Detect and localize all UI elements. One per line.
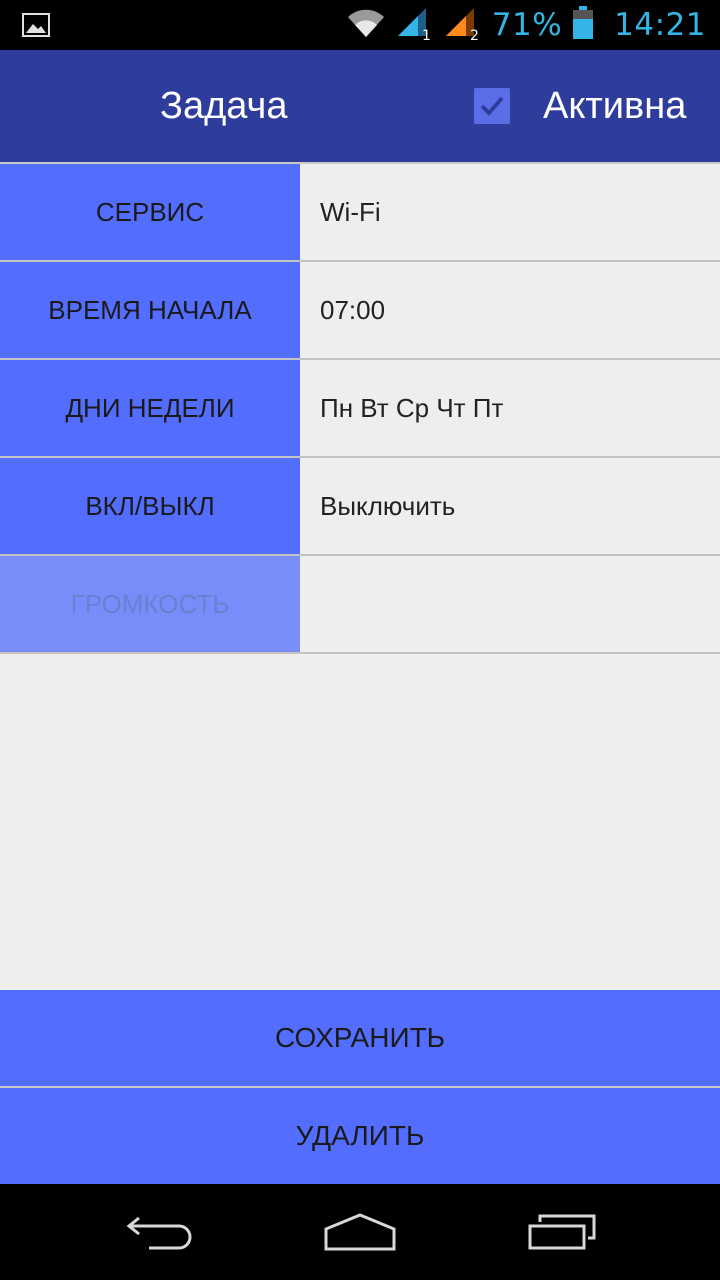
checkmark-icon — [480, 96, 504, 116]
recent-apps-icon[interactable] — [492, 1184, 632, 1280]
status-icons: 1 2 71% 14:21 — [346, 0, 706, 50]
task-form: СЕРВИС Wi-Fi ВРЕМЯ НАЧАЛА 07:00 ДНИ НЕДЕ… — [0, 164, 720, 654]
active-label[interactable]: Активна — [543, 50, 686, 162]
row-label: СЕРВИС — [0, 164, 300, 260]
row-on-off[interactable]: ВКЛ/ВЫКЛ Выключить — [0, 458, 720, 556]
row-label: ГРОМКОСТЬ — [0, 556, 300, 652]
row-value[interactable]: Пн Вт Ср Чт Пт — [300, 360, 720, 456]
back-icon[interactable] — [90, 1184, 230, 1280]
battery-percent: 71% — [491, 7, 563, 43]
row-service[interactable]: СЕРВИС Wi-Fi — [0, 164, 720, 262]
row-value[interactable]: 07:00 — [300, 262, 720, 358]
svg-text:2: 2 — [470, 28, 479, 40]
row-value[interactable]: Выключить — [300, 458, 720, 554]
row-label: ДНИ НЕДЕЛИ — [0, 360, 300, 456]
screen: 1 2 71% 14:21 Задача Активна СЕРВИС Wi-F… — [0, 0, 720, 1280]
image-notification-icon — [22, 13, 50, 42]
row-volume: ГРОМКОСТЬ — [0, 556, 720, 654]
row-start-time[interactable]: ВРЕМЯ НАЧАЛА 07:00 — [0, 262, 720, 360]
clock: 14:21 — [614, 7, 706, 43]
row-label: ВРЕМЯ НАЧАЛА — [0, 262, 300, 358]
delete-button[interactable]: УДАЛИТЬ — [0, 1088, 720, 1184]
active-checkbox[interactable] — [474, 88, 510, 124]
save-button[interactable]: СОХРАНИТЬ — [0, 990, 720, 1086]
row-label: ВКЛ/ВЫКЛ — [0, 458, 300, 554]
action-bar: Задача Активна — [0, 50, 720, 164]
svg-text:1: 1 — [422, 28, 431, 40]
row-weekdays[interactable]: ДНИ НЕДЕЛИ Пн Вт Ср Чт Пт — [0, 360, 720, 458]
navigation-bar — [0, 1184, 720, 1280]
signal-sim1-icon: 1 — [396, 6, 434, 45]
home-icon[interactable] — [290, 1184, 430, 1280]
signal-sim2-icon: 2 — [444, 6, 482, 45]
wifi-icon — [346, 7, 386, 44]
row-value — [300, 556, 720, 652]
battery-icon — [572, 5, 594, 45]
page-title: Задача — [160, 85, 288, 127]
row-value[interactable]: Wi-Fi — [300, 164, 720, 260]
status-bar: 1 2 71% 14:21 — [0, 0, 720, 50]
